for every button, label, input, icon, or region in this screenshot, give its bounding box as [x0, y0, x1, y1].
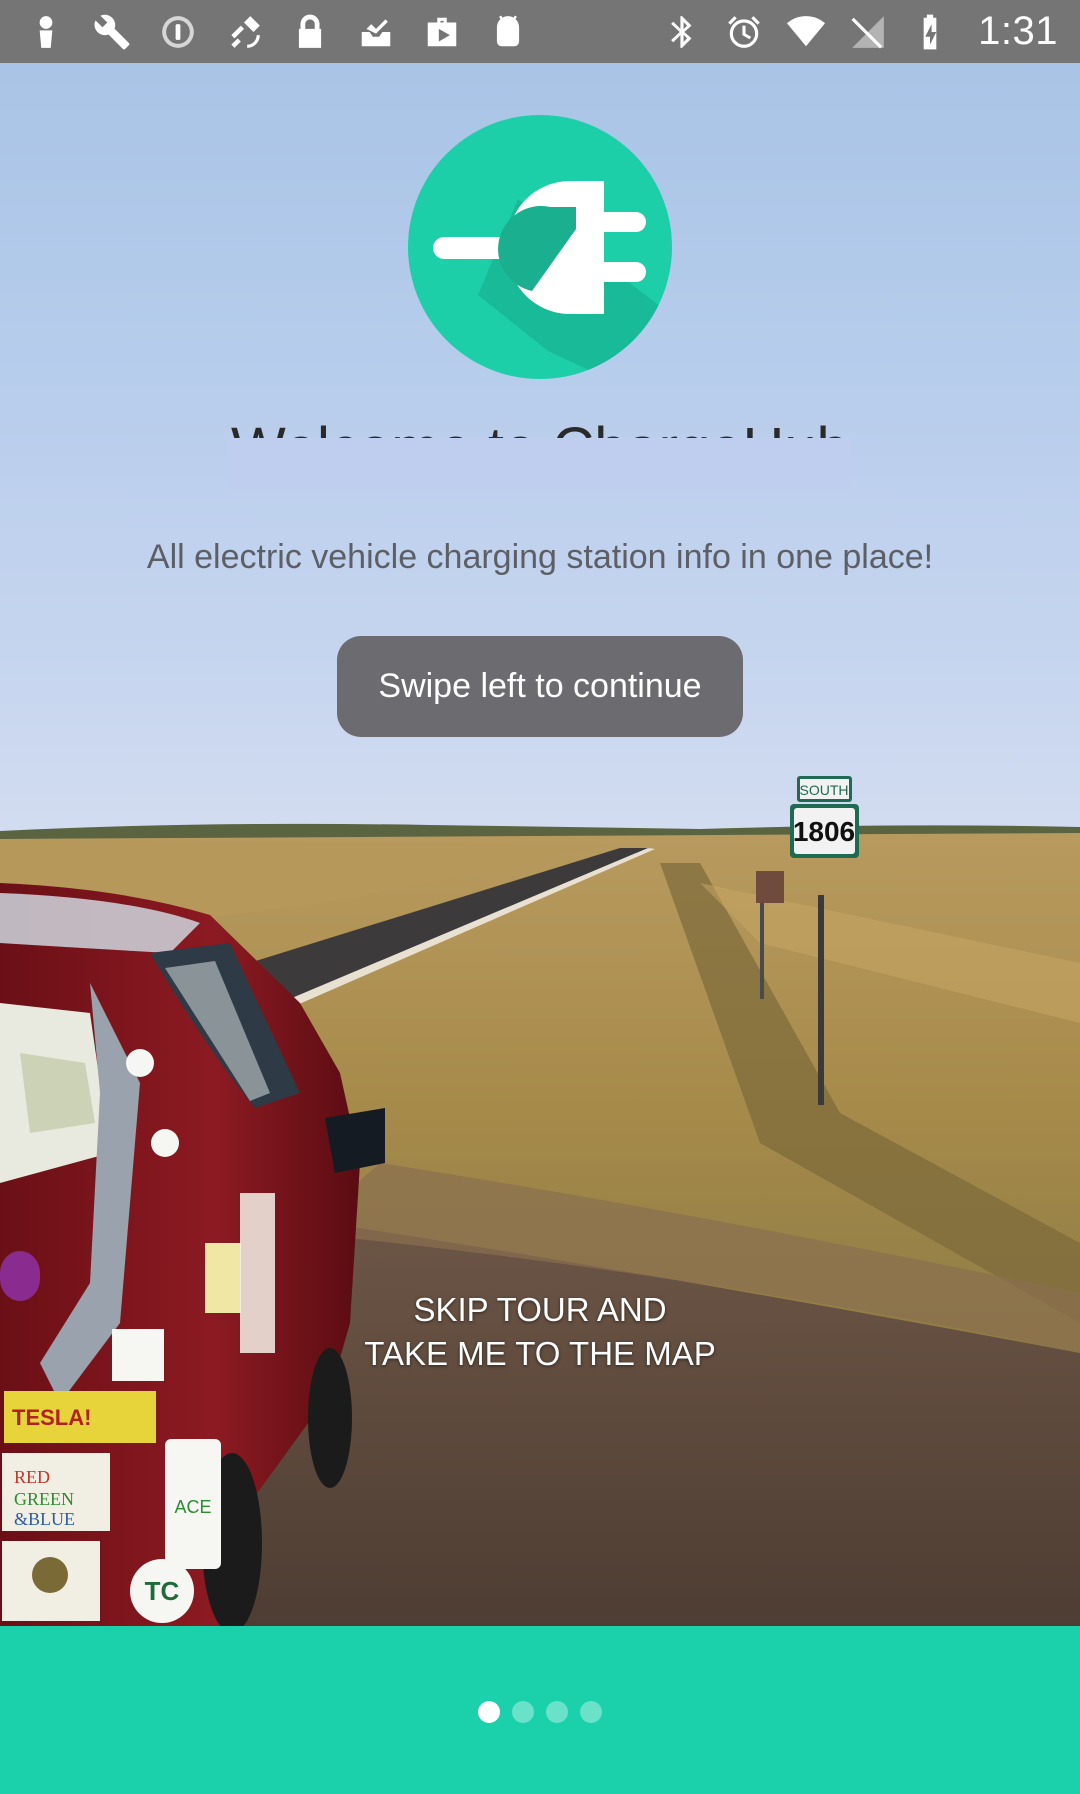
pager-bar [0, 1626, 1080, 1794]
welcome-screen: 1:31 SOUTH 1806 TESLA! RED GREEN &BLUE A… [0, 0, 1080, 1794]
svg-text:TC: TC [145, 1576, 180, 1606]
fake-gps-icon [224, 12, 264, 52]
svg-text:TESLA!: TESLA! [12, 1405, 91, 1430]
svg-text:SOUTH: SOUTH [800, 782, 849, 798]
wifi-icon [786, 12, 826, 52]
swipe-left-button[interactable]: Swipe left to continue [337, 636, 743, 737]
svg-text:1806: 1806 [793, 816, 855, 847]
signal-icon [848, 12, 888, 52]
svg-text:&BLUE: &BLUE [14, 1509, 75, 1529]
page-dot-3[interactable] [546, 1701, 568, 1723]
page-dot-1[interactable] [478, 1701, 500, 1723]
bluetooth-icon [662, 12, 702, 52]
status-left-icons [26, 12, 528, 52]
page-dot-4[interactable] [580, 1701, 602, 1723]
svg-text:RED: RED [14, 1467, 50, 1487]
svg-text:GREEN: GREEN [14, 1489, 74, 1509]
alarm-icon [724, 12, 764, 52]
page-indicator [0, 1701, 1080, 1723]
page-dot-2[interactable] [512, 1701, 534, 1723]
tagline: All electric vehicle charging station in… [146, 538, 934, 576]
title-strip: Welcome to ChargeHub [0, 418, 1080, 441]
skip-tour-link[interactable]: SKIP TOUR AND TAKE ME TO THE MAP [290, 1288, 790, 1376]
inbox-icon [356, 12, 396, 52]
lock-icon [290, 12, 330, 52]
status-bar: 1:31 [0, 0, 1080, 63]
status-time: 1:31 [978, 9, 1058, 53]
skip-line-2: TAKE ME TO THE MAP [364, 1335, 716, 1372]
svg-text:ACE: ACE [174, 1497, 211, 1517]
skip-line-1: SKIP TOUR AND [413, 1291, 667, 1328]
wrench-icon [92, 12, 132, 52]
title-placeholder [227, 438, 851, 490]
welcome-title: Welcome to ChargeHub [0, 418, 1080, 441]
status-right-icons: 1:31 [662, 9, 1058, 54]
person-icon [26, 12, 66, 52]
play-store-icon [422, 12, 462, 52]
info-icon [158, 12, 198, 52]
chargehub-logo-icon [408, 115, 672, 379]
android-icon [488, 12, 528, 52]
battery-charging-icon [910, 12, 950, 52]
